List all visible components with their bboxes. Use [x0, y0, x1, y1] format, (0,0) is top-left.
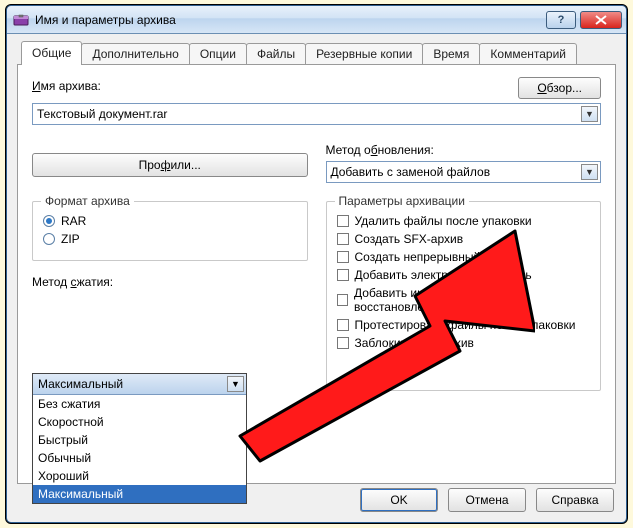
checkbox-icon	[337, 251, 349, 263]
compression-option-selected[interactable]: Максимальный	[33, 485, 246, 503]
compression-option[interactable]: Быстрый	[33, 431, 246, 449]
check-sfx[interactable]: Создать SFX-архив	[337, 232, 591, 246]
compression-option[interactable]: Хороший	[33, 467, 246, 485]
tab-general[interactable]: Общие	[21, 41, 82, 65]
chevron-down-icon: ▼	[581, 106, 598, 122]
compression-option[interactable]: Без сжатия	[33, 395, 246, 413]
radio-rar[interactable]: RAR	[43, 214, 297, 228]
params-fieldset: Параметры архивации Удалить файлы после …	[326, 201, 602, 391]
cancel-button[interactable]: Отмена	[448, 488, 526, 512]
tab-backup[interactable]: Резервные копии	[305, 43, 423, 65]
dialog-window: Имя и параметры архива ? Общие Дополните…	[6, 5, 627, 523]
compression-dropdown[interactable]: Максимальный ▼ Без сжатия Скоростной Быс…	[32, 373, 247, 504]
check-lock[interactable]: Заблокировать архив	[337, 336, 591, 350]
tab-strip: Общие Дополнительно Опции Файлы Резервны…	[17, 43, 616, 65]
compression-label: Метод сжатия:	[32, 275, 308, 289]
update-method-label: Метод обновления:	[326, 143, 602, 157]
tab-files[interactable]: Файлы	[246, 43, 306, 65]
titlebar[interactable]: Имя и параметры архива ?	[7, 6, 626, 34]
check-recovery[interactable]: Добавить информацию для восстановления	[337, 286, 591, 314]
format-legend: Формат архива	[41, 194, 134, 208]
close-button[interactable]	[580, 11, 622, 29]
archive-name-combo[interactable]: Текстовый документ.rar ▼	[32, 103, 601, 125]
checkbox-icon	[337, 319, 349, 331]
params-legend: Параметры архивации	[335, 194, 469, 208]
check-test[interactable]: Протестировать файлы после упаковки	[337, 318, 591, 332]
tab-options[interactable]: Опции	[189, 43, 247, 65]
update-method-value: Добавить с заменой файлов	[331, 165, 491, 179]
update-method-combo[interactable]: Добавить с заменой файлов ▼	[326, 161, 602, 183]
format-fieldset: Формат архива RAR ZIP	[32, 201, 308, 261]
window-title: Имя и параметры архива	[35, 13, 540, 27]
chevron-down-icon: ▼	[227, 376, 244, 392]
radio-zip[interactable]: ZIP	[43, 232, 297, 246]
tab-body: Имя архива: Обзор... Текстовый документ.…	[17, 64, 616, 484]
tab-time[interactable]: Время	[422, 43, 480, 65]
checkbox-icon	[337, 337, 349, 349]
checkbox-icon	[337, 215, 349, 227]
archive-name-value: Текстовый документ.rar	[37, 107, 167, 121]
radio-rar-label: RAR	[61, 214, 86, 228]
check-delete-after[interactable]: Удалить файлы после упаковки	[337, 214, 591, 228]
checkbox-icon	[337, 233, 349, 245]
dialog-footer: OK Отмена Справка	[360, 488, 614, 512]
profiles-button[interactable]: Профили...	[32, 153, 308, 177]
compression-selected[interactable]: Максимальный ▼	[33, 374, 246, 395]
compression-option[interactable]: Скоростной	[33, 413, 246, 431]
compression-option[interactable]: Обычный	[33, 449, 246, 467]
ok-button[interactable]: OK	[360, 488, 438, 512]
chevron-down-icon: ▼	[581, 164, 598, 180]
checkbox-icon	[337, 294, 349, 306]
check-solid[interactable]: Создать непрерывный архив	[337, 250, 591, 264]
client-area: Общие Дополнительно Опции Файлы Резервны…	[7, 34, 626, 494]
app-icon	[13, 12, 29, 28]
checkbox-icon	[337, 269, 349, 281]
check-sign[interactable]: Добавить электронную подпись	[337, 268, 591, 282]
radio-zip-label: ZIP	[61, 232, 80, 246]
radio-icon	[43, 215, 55, 227]
archive-name-label: Имя архива:	[32, 79, 101, 93]
tab-advanced[interactable]: Дополнительно	[81, 43, 189, 65]
help-footer-button[interactable]: Справка	[536, 488, 614, 512]
browse-button[interactable]: Обзор...	[518, 77, 601, 99]
help-button[interactable]: ?	[546, 11, 576, 29]
tab-comment[interactable]: Комментарий	[479, 43, 577, 65]
radio-icon	[43, 233, 55, 245]
